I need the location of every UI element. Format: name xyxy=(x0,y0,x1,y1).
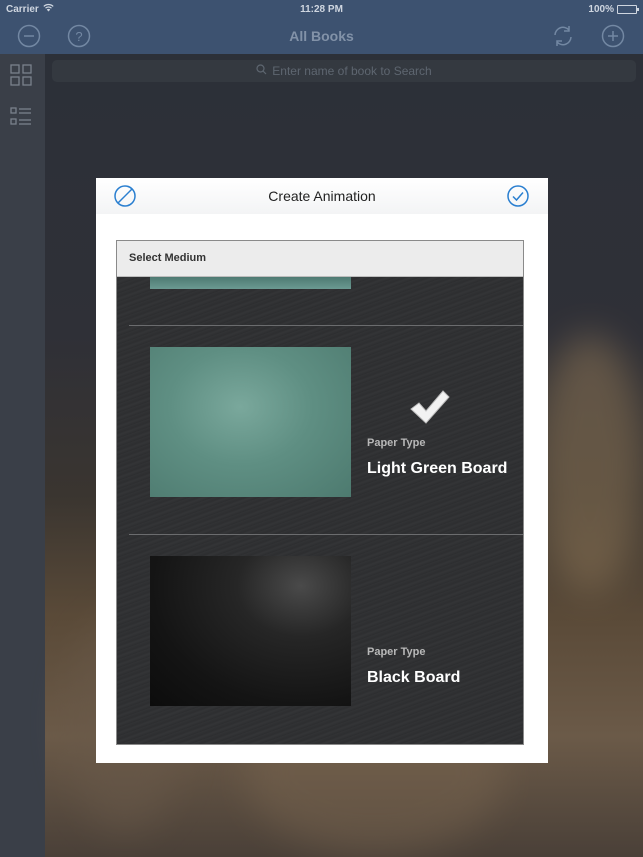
plus-circle-icon[interactable] xyxy=(600,23,626,49)
sidebar xyxy=(0,54,45,857)
battery-indicator: 100% xyxy=(588,4,639,15)
light-green-board-thumbnail[interactable] xyxy=(150,347,351,497)
clock: 11:28 PM xyxy=(300,4,343,15)
search-placeholder: Enter name of book to Search xyxy=(272,64,432,78)
paper-type-label: Paper Type xyxy=(367,437,426,449)
status-bar: Carrier 11:28 PM 100% xyxy=(0,0,643,20)
battery-percent: 100% xyxy=(588,4,614,15)
paper-type-label: Paper Type xyxy=(367,646,426,658)
medium-list[interactable]: Paper Type Light Green Board Paper Type … xyxy=(117,277,523,744)
black-board-thumbnail[interactable] xyxy=(150,556,351,706)
dialog-title: Create Animation xyxy=(268,188,376,204)
paper-name-black-board[interactable]: Black Board xyxy=(367,669,460,687)
dialog-header: Create Animation xyxy=(96,178,548,214)
battery-icon xyxy=(617,5,639,14)
page-title: All Books xyxy=(289,28,354,44)
medium-header-label: Select Medium xyxy=(129,252,207,264)
grid-view-icon[interactable] xyxy=(9,63,33,87)
divider xyxy=(129,325,523,326)
create-animation-dialog: Create Animation Select Medium Paper Typ… xyxy=(96,178,548,763)
list-view-icon[interactable] xyxy=(9,105,33,129)
medium-thumbnail-partial xyxy=(150,277,351,289)
search-input[interactable]: Enter name of book to Search xyxy=(52,60,636,82)
medium-header: Select Medium xyxy=(117,241,523,277)
paper-name-light-green-board[interactable]: Light Green Board xyxy=(367,460,507,478)
selected-checkmark-icon xyxy=(407,387,451,427)
refresh-icon[interactable] xyxy=(550,23,576,49)
divider xyxy=(129,534,523,535)
search-icon xyxy=(256,64,267,78)
medium-selector: Select Medium Paper Type Light Green Boa… xyxy=(116,240,524,745)
navigation-bar: ? All Books xyxy=(0,20,643,54)
checkmark-circle-icon[interactable] xyxy=(506,184,530,208)
